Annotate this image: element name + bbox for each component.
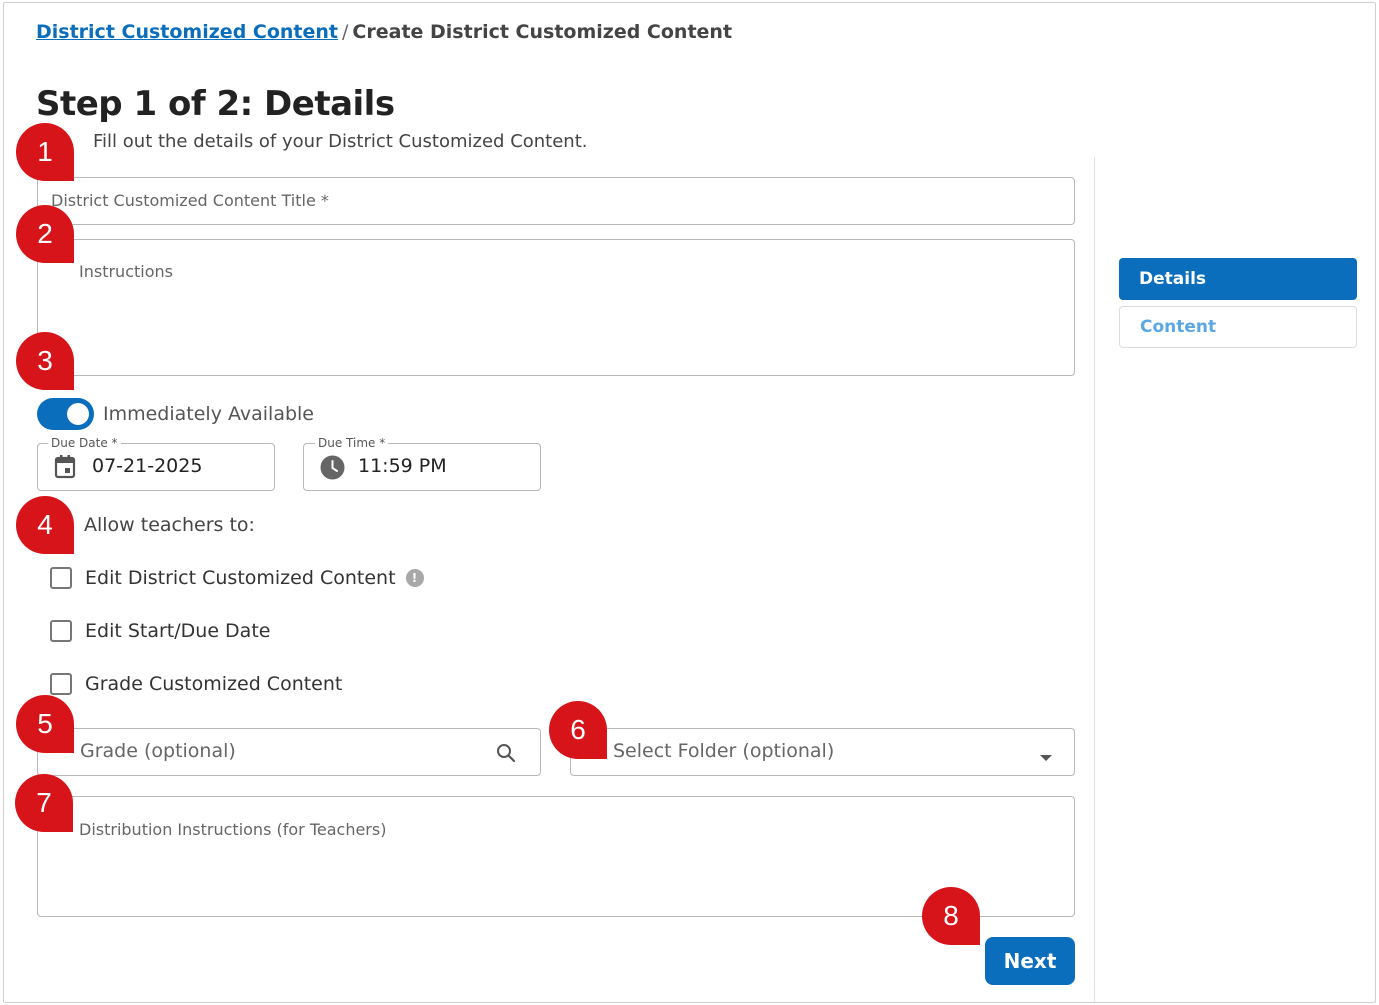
calendar-icon[interactable] [53,454,77,480]
due-date-label: Due Date * [48,436,121,450]
callout-number: 8 [943,900,959,931]
chevron-down-icon[interactable] [1039,748,1053,761]
callout-number: 5 [37,708,53,739]
side-tabs: Details Content [1119,258,1357,348]
callout-number: 6 [570,714,586,745]
breadcrumb-current: Create District Customized Content [352,21,733,43]
edit-content-checkbox[interactable] [50,567,72,589]
grade-content-checkbox[interactable] [50,673,72,695]
edit-content-label: Edit District Customized Content [85,567,396,589]
immediately-available-toggle[interactable] [37,398,94,430]
tab-details[interactable]: Details [1119,258,1357,300]
tab-content[interactable]: Content [1119,306,1357,348]
folder-select[interactable]: Select Folder (optional) [570,728,1075,776]
vertical-divider [1094,157,1095,1002]
due-time-field[interactable]: Due Time * 11:59 PM [303,436,541,491]
next-button[interactable]: Next [985,937,1075,985]
due-date-value: 07-21-2025 [92,455,203,477]
grade-placeholder: Grade (optional) [80,740,236,762]
callout-marker-8: 8 [922,887,982,947]
callout-number: 1 [37,136,53,167]
callout-number: 3 [37,345,53,376]
callout-marker-5: 5 [16,695,76,755]
callout-marker-1: 1 [16,123,76,183]
checkbox-row-edit-content: Edit District Customized Content ! [50,566,424,590]
title-placeholder: District Customized Content Title * [51,191,329,210]
distribution-placeholder: Distribution Instructions (for Teachers) [79,820,387,839]
instructions-placeholder: Instructions [79,262,173,281]
search-icon[interactable] [496,743,516,763]
page-title: Step 1 of 2: Details [36,84,395,124]
callout-number: 7 [36,787,52,818]
folder-placeholder: Select Folder (optional) [613,740,835,762]
instructions-textarea[interactable]: Instructions [37,239,1075,376]
callout-marker-2: 2 [16,205,76,265]
page-subtitle: Fill out the details of your District Cu… [93,131,588,152]
callout-marker-6: 6 [549,701,609,761]
breadcrumb-parent-link[interactable]: District Customized Content [36,21,338,43]
callout-marker-7: 7 [15,774,75,834]
due-date-field[interactable]: Due Date * 07-21-2025 [37,436,275,491]
clock-icon[interactable] [320,455,345,480]
immediately-available-label: Immediately Available [103,403,314,425]
callout-number: 4 [37,509,53,540]
toggle-knob [67,403,89,425]
grade-search-input[interactable]: Grade (optional) [37,728,541,776]
breadcrumb-separator: / [342,21,349,43]
breadcrumb: District Customized Content / Create Distr… [36,21,732,43]
edit-dates-label: Edit Start/Due Date [85,620,271,642]
callout-marker-3: 3 [16,332,76,392]
due-time-label: Due Time * [315,436,389,450]
allow-teachers-label: Allow teachers to: [84,514,255,536]
edit-dates-checkbox[interactable] [50,620,72,642]
checkbox-row-edit-dates: Edit Start/Due Date [50,619,270,643]
info-icon[interactable]: ! [405,569,424,587]
checkbox-row-grade-content: Grade Customized Content [50,672,342,696]
distribution-instructions-textarea[interactable]: Distribution Instructions (for Teachers) [37,796,1075,917]
due-time-value: 11:59 PM [358,455,447,477]
callout-marker-4: 4 [16,496,76,556]
callout-number: 2 [37,218,53,249]
title-field[interactable]: District Customized Content Title * [37,177,1075,225]
grade-content-label: Grade Customized Content [85,673,343,695]
